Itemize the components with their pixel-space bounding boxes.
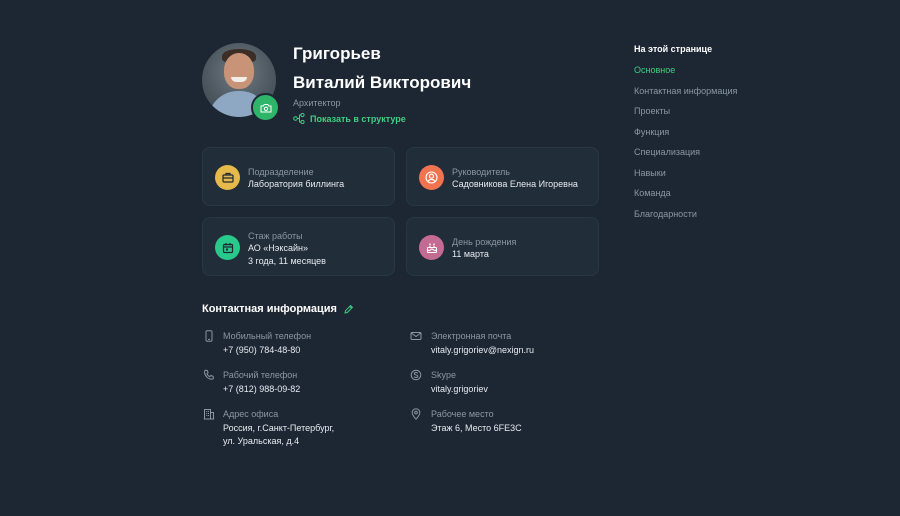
email-value[interactable]: vitaly.grigoriev@nexign.ru	[431, 344, 534, 357]
department-label: Подразделение	[248, 167, 314, 177]
manager-value: Садовникова Елена Игоревна	[452, 179, 578, 189]
show-in-structure-link[interactable]: Показать в структуре	[293, 113, 406, 124]
department-card: Подразделение Лаборатория биллинга	[202, 147, 395, 206]
employee-first-middle-name: Виталий Викторович	[293, 73, 472, 92]
nav-item-main[interactable]: Основное	[634, 65, 675, 75]
camera-icon	[260, 103, 271, 112]
location-pin-icon	[411, 408, 421, 420]
birthday-card: День рождения 11 марта	[406, 217, 599, 276]
birthday-label: День рождения	[452, 237, 517, 247]
department-value: Лаборатория биллинга	[248, 179, 345, 189]
user-circle-icon	[419, 165, 444, 190]
nav-item-function[interactable]: Функция	[634, 127, 669, 137]
employee-last-name: Григорьев	[293, 44, 381, 63]
nav-item-contacts[interactable]: Контактная информация	[634, 86, 737, 96]
experience-card: Стаж работы АО «Нэксайн» 3 года, 11 меся…	[202, 217, 395, 276]
phone-icon	[203, 369, 214, 380]
change-photo-button[interactable]	[251, 93, 280, 122]
experience-duration: 3 года, 11 месяцев	[248, 256, 326, 266]
avatar-face	[224, 53, 254, 89]
workplace-label: Рабочее место	[431, 409, 494, 419]
show-in-structure-label: Показать в структуре	[310, 113, 406, 124]
mail-icon	[410, 332, 422, 340]
briefcase-icon	[215, 165, 240, 190]
contacts-section-title: Контактная информация	[202, 303, 354, 315]
cake-icon	[419, 235, 444, 260]
page-nav-title: На этой странице	[634, 44, 713, 54]
nav-item-thanks[interactable]: Благодарности	[634, 209, 697, 219]
avatar-smile	[231, 77, 247, 82]
mobile-phone-icon	[205, 330, 213, 342]
contacts-title-text: Контактная информация	[202, 303, 337, 315]
skype-label: Skype	[431, 370, 457, 380]
email-label: Электронная почта	[431, 331, 512, 341]
office-address-line2: ул. Уральская, д.4	[223, 436, 300, 446]
skype-value[interactable]: vitaly.grigoriev	[431, 383, 488, 396]
office-address-label: Адрес офиса	[223, 409, 279, 419]
building-icon	[203, 409, 215, 420]
work-phone-label: Рабочий телефон	[223, 370, 298, 380]
mobile-phone-value[interactable]: +7 (950) 784-48-80	[223, 344, 300, 357]
office-address-line1: Россия, г.Санкт-Петербург,	[223, 423, 335, 433]
experience-company: АО «Нэксайн»	[248, 243, 308, 253]
birthday-value: 11 марта	[452, 249, 489, 259]
manager-card[interactable]: Руководитель Садовникова Елена Игоревна	[406, 147, 599, 206]
employee-role: Архитектор	[293, 98, 341, 108]
manager-label: Руководитель	[452, 167, 510, 177]
nav-item-team[interactable]: Команда	[634, 188, 671, 198]
structure-icon	[293, 113, 305, 124]
nav-item-skills[interactable]: Навыки	[634, 168, 666, 178]
skype-icon	[410, 369, 422, 381]
experience-label: Стаж работы	[248, 231, 303, 241]
nav-item-projects[interactable]: Проекты	[634, 106, 670, 116]
mobile-phone-label: Мобильный телефон	[223, 331, 312, 341]
workplace-value: Этаж 6, Место 6FE3C	[431, 423, 522, 433]
pencil-icon[interactable]	[343, 304, 354, 315]
calendar-icon	[215, 235, 240, 260]
nav-item-specialization[interactable]: Специализация	[634, 147, 700, 157]
work-phone-value[interactable]: +7 (812) 988-09-82	[223, 383, 300, 396]
